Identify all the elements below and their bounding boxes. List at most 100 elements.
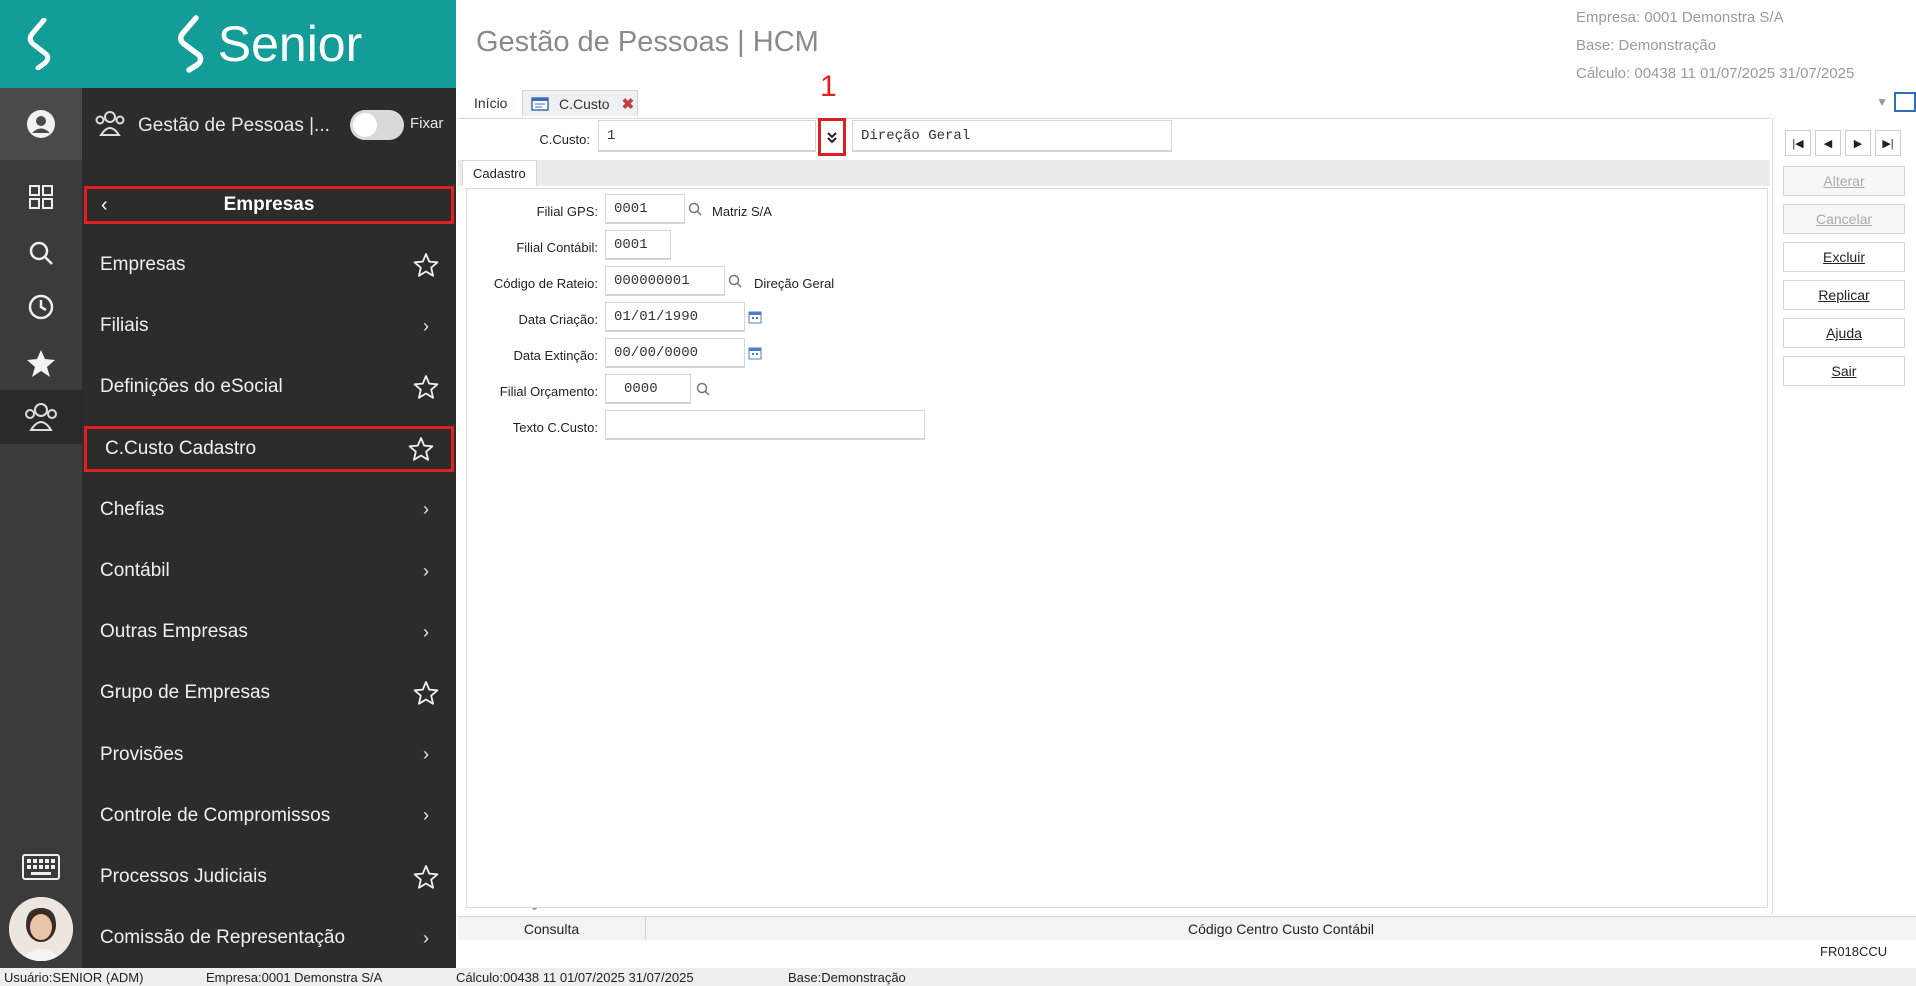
menu-item-label: Contábil bbox=[100, 560, 170, 581]
data-extincao-calendar-icon[interactable] bbox=[743, 338, 767, 368]
senior-logo-mark bbox=[0, 0, 82, 88]
icon-rail bbox=[0, 0, 82, 968]
favorite-star-icon[interactable] bbox=[406, 864, 446, 890]
star-filled-icon bbox=[27, 350, 55, 377]
search-icon bbox=[29, 241, 53, 265]
filial-orcamento-input[interactable]: 0000 bbox=[605, 374, 691, 404]
grid-icon bbox=[29, 185, 53, 209]
next-record-button[interactable]: ▶ bbox=[1845, 130, 1871, 156]
tab-tools: ▼ bbox=[1876, 92, 1916, 112]
action-panel: |◀ ◀ ▶ ▶| Alterar Cancelar Excluir Repli… bbox=[1772, 118, 1916, 914]
last-record-button[interactable]: ▶| bbox=[1875, 130, 1901, 156]
pin-menu-label: Fixar bbox=[410, 115, 444, 132]
record-navigation: |◀ ◀ ▶ ▶| bbox=[1785, 130, 1901, 156]
menu-item-label: Processos Judiciais bbox=[100, 866, 267, 887]
chevron-right-icon[interactable]: › bbox=[406, 561, 446, 582]
filial-gps-search-icon[interactable] bbox=[682, 194, 708, 224]
menu-item-provisoes[interactable]: Provisões › bbox=[82, 732, 456, 778]
cancelar-button[interactable]: Cancelar bbox=[1783, 204, 1905, 234]
ccusto-description-field: Direção Geral bbox=[852, 120, 1172, 152]
status-bar: Consulta Código Centro Custo Contábil bbox=[458, 916, 1916, 941]
data-criacao-input[interactable]: 01/01/1990 bbox=[605, 302, 745, 332]
texto-ccusto-label: Texto C.Custo: bbox=[512, 420, 598, 435]
menu-item-label: Definições do eSocial bbox=[100, 376, 283, 398]
search-nav-button[interactable] bbox=[0, 228, 82, 278]
ajuda-button[interactable]: Ajuda bbox=[1783, 318, 1905, 348]
data-extincao-input[interactable]: 00/00/0000 bbox=[605, 338, 745, 368]
avatar[interactable] bbox=[9, 897, 73, 961]
previous-record-button[interactable]: ◀ bbox=[1815, 130, 1841, 156]
favorites-button[interactable] bbox=[0, 338, 82, 388]
senior-logo-icon bbox=[177, 15, 204, 73]
rateio-input[interactable]: 000000001 bbox=[605, 266, 725, 296]
user-profile-button[interactable] bbox=[0, 88, 82, 160]
ccusto-dropdown-button[interactable] bbox=[818, 118, 846, 156]
menu-item-label: Chefias bbox=[100, 498, 165, 520]
favorite-star-icon[interactable] bbox=[406, 680, 446, 706]
menu-item-grupo-de-empresas[interactable]: Grupo de Empresas bbox=[82, 670, 456, 716]
data-criacao-calendar-icon[interactable] bbox=[743, 302, 767, 332]
menu-item-contabil[interactable]: Contábil › bbox=[82, 548, 456, 594]
replicar-button[interactable]: Replicar bbox=[1783, 280, 1905, 310]
menu-item-empresas[interactable]: Empresas bbox=[82, 242, 456, 288]
double-chevron-down-icon bbox=[827, 132, 837, 144]
calculation-label: Cálculo: 00438 11 01/07/2025 31/07/2025 bbox=[1576, 65, 1855, 82]
apps-button[interactable] bbox=[0, 172, 82, 222]
filial-orcamento-search-icon[interactable] bbox=[690, 374, 716, 404]
menu-item-comissao-de-representacao[interactable]: Comissão de Representação › bbox=[82, 915, 456, 961]
menu-item-controle-de-compromissos[interactable]: Controle de Compromissos › bbox=[82, 793, 456, 839]
tab-dropdown-icon[interactable]: ▼ bbox=[1876, 95, 1888, 109]
window-mode-icon[interactable] bbox=[1894, 92, 1916, 112]
chevron-right-icon[interactable]: › bbox=[406, 499, 446, 520]
pin-menu-toggle[interactable] bbox=[350, 110, 404, 140]
footer-company: Empresa:0001 Demonstra S/A bbox=[206, 970, 383, 985]
tab-inicio[interactable]: Início bbox=[466, 90, 515, 116]
favorite-star-icon[interactable] bbox=[406, 374, 446, 400]
hr-module-button[interactable] bbox=[0, 390, 82, 444]
filial-gps-input[interactable]: 0001 bbox=[605, 194, 685, 224]
rateio-search-icon[interactable] bbox=[722, 266, 748, 296]
menu-item-definicoes-do-esocial[interactable]: Definições do eSocial bbox=[82, 364, 456, 410]
back-chevron-icon[interactable]: ‹ bbox=[101, 194, 108, 217]
first-record-button[interactable]: |◀ bbox=[1785, 130, 1811, 156]
menu-item-outras-empresas[interactable]: Outras Empresas › bbox=[82, 609, 456, 655]
alterar-button[interactable]: Alterar bbox=[1783, 166, 1905, 196]
texto-ccusto-input[interactable] bbox=[605, 410, 925, 440]
excluir-button[interactable]: Excluir bbox=[1783, 242, 1905, 272]
brand-name: Senior bbox=[217, 16, 363, 72]
menu-item-filiais[interactable]: Filiais › bbox=[82, 303, 456, 349]
keyboard-icon bbox=[22, 854, 60, 880]
chevron-right-icon[interactable]: › bbox=[406, 316, 446, 337]
menu-item-c-custo-cadastro[interactable]: C.Custo Cadastro bbox=[84, 425, 454, 472]
close-tab-icon[interactable]: ✖ bbox=[622, 95, 635, 113]
keyboard-shortcuts-button[interactable] bbox=[0, 842, 82, 892]
navigation-menu: Senior Gestão de Pessoas |... Fixar ‹ Em… bbox=[82, 0, 537, 968]
chevron-right-icon[interactable]: › bbox=[406, 805, 446, 826]
footer-user: Usuário:SENIOR (ADM) bbox=[4, 970, 144, 985]
favorite-star-icon[interactable] bbox=[401, 436, 441, 462]
data-criacao-label: Data Criação: bbox=[518, 312, 598, 327]
page-title: Gestão de Pessoas | HCM bbox=[476, 26, 819, 58]
tab-ccusto-label: C.Custo bbox=[559, 95, 610, 112]
tab-ccusto[interactable]: C.Custo ✖ bbox=[522, 90, 638, 116]
breadcrumb[interactable]: ‹ Empresas bbox=[84, 186, 454, 224]
menu-item-label: Provisões bbox=[100, 743, 184, 765]
footer-base: Base:Demonstração bbox=[788, 970, 906, 985]
menu-item-label: Filiais bbox=[100, 315, 149, 337]
menu-item-chefias[interactable]: Chefias › bbox=[82, 487, 456, 533]
sair-button[interactable]: Sair bbox=[1783, 356, 1905, 386]
data-extincao-label: Data Extinção: bbox=[513, 348, 598, 363]
support-agent-avatar-icon bbox=[9, 897, 73, 961]
chevron-right-icon[interactable]: › bbox=[406, 622, 446, 643]
chevron-right-icon[interactable]: › bbox=[406, 744, 446, 765]
senior-logo: Senior bbox=[82, 0, 456, 88]
filial-contabil-input[interactable]: 0001 bbox=[605, 230, 671, 260]
module-header: Gestão de Pessoas |... Fixar bbox=[82, 88, 456, 164]
ccusto-input[interactable]: 1 bbox=[598, 120, 816, 152]
menu-item-processos-judiciais[interactable]: Processos Judiciais bbox=[82, 854, 456, 900]
favorite-star-icon[interactable] bbox=[406, 252, 446, 278]
chevron-right-icon[interactable]: › bbox=[406, 928, 446, 949]
tab-cadastro[interactable]: Cadastro bbox=[462, 160, 537, 186]
history-button[interactable] bbox=[0, 282, 82, 332]
menu-item-label: Empresas bbox=[100, 254, 186, 275]
